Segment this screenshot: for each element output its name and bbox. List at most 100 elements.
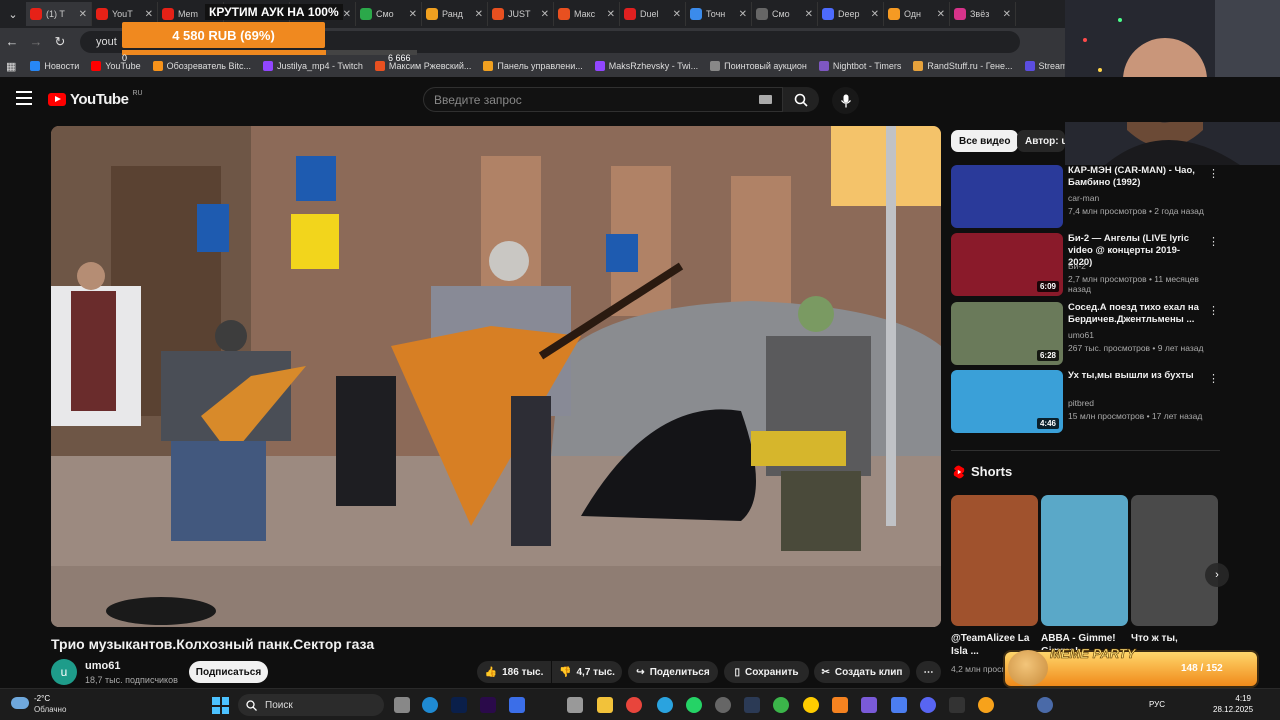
- close-tab-icon[interactable]: ✕: [541, 9, 549, 20]
- recommendation-channel[interactable]: umo61: [1068, 330, 1094, 340]
- app-icon[interactable]: [978, 697, 994, 713]
- tab-search-button[interactable]: ⌄: [0, 0, 26, 28]
- settings-icon[interactable]: [1037, 697, 1053, 713]
- close-tab-icon[interactable]: ✕: [871, 9, 879, 20]
- short-thumbnail[interactable]: [1041, 495, 1128, 626]
- browser-tab[interactable]: Одн ✕: [884, 2, 950, 26]
- premiere-icon[interactable]: [480, 697, 496, 713]
- chrome-icon[interactable]: [626, 697, 642, 713]
- share-button[interactable]: ↪ Поделиться: [628, 661, 718, 683]
- clock-time[interactable]: 4:19: [1229, 694, 1251, 703]
- app-icon[interactable]: [744, 697, 760, 713]
- short-thumbnail[interactable]: [1131, 495, 1218, 626]
- bookmark-item[interactable]: Justilya_mp4 - Twitch: [262, 61, 363, 71]
- video-thumbnail[interactable]: 4:46: [951, 370, 1063, 433]
- edge-icon[interactable]: [422, 697, 438, 713]
- more-options-icon[interactable]: ⋮: [1208, 372, 1219, 385]
- weather-description[interactable]: Облачно: [34, 705, 66, 714]
- input-language[interactable]: РУС: [1149, 700, 1165, 709]
- recommendation-title[interactable]: Сосед.А поезд тихо ехал на Бердичев.Джен…: [1068, 302, 1203, 326]
- browser-tab[interactable]: Deep ✕: [818, 2, 884, 26]
- close-tab-icon[interactable]: ✕: [79, 9, 87, 20]
- video-thumbnail[interactable]: 6:28: [951, 302, 1063, 365]
- menu-icon[interactable]: [16, 91, 32, 105]
- app-icon[interactable]: [773, 697, 789, 713]
- app-icon[interactable]: [509, 697, 525, 713]
- app-icon[interactable]: [861, 697, 877, 713]
- taskbar-search[interactable]: Поиск: [238, 694, 384, 716]
- recommendation-channel[interactable]: pitbred: [1068, 398, 1094, 408]
- apps-icon[interactable]: ▦: [6, 60, 16, 73]
- chip-all-videos[interactable]: Все видео: [951, 130, 1019, 152]
- obs-icon[interactable]: [715, 697, 731, 713]
- subscribe-button[interactable]: Подписаться: [189, 661, 268, 683]
- dislike-button[interactable]: 👎 4,7 тыс.: [552, 661, 622, 683]
- close-tab-icon[interactable]: ✕: [145, 9, 153, 20]
- bookmark-item[interactable]: Обозреватель Bitc...: [152, 61, 251, 71]
- recommendation-item[interactable]: КАР-МЭН (CAR-MAN) - Чао, Бамбино (1992) c…: [951, 165, 1221, 229]
- clock-date[interactable]: 28.12.2025: [1213, 705, 1253, 714]
- recommendation-title[interactable]: КАР-МЭН (CAR-MAN) - Чао, Бамбино (1992): [1068, 165, 1203, 189]
- recommendation-channel[interactable]: car-man: [1068, 193, 1099, 203]
- vlc-icon[interactable]: [832, 697, 848, 713]
- like-button[interactable]: 👍 186 тыс.: [477, 661, 551, 683]
- browser-tab[interactable]: Макс ✕: [554, 2, 620, 26]
- forward-button[interactable]: →: [24, 34, 48, 49]
- youtube-logo[interactable]: YouTube RU: [48, 90, 143, 108]
- browser-tab[interactable]: JUST ✕: [488, 2, 554, 26]
- snipping-tool-icon[interactable]: [567, 697, 583, 713]
- shorts-next-button[interactable]: ›: [1205, 563, 1229, 587]
- close-tab-icon[interactable]: ✕: [475, 9, 483, 20]
- file-explorer-icon[interactable]: [597, 697, 613, 713]
- search-input[interactable]: Введите запрос: [423, 87, 783, 112]
- recommendation-item[interactable]: 4:46 Ух ты,мы вышли из бухты pitbred 15 млн…: [951, 370, 1221, 434]
- browser-tab[interactable]: Точн ✕: [686, 2, 752, 26]
- bookmark-item[interactable]: Панель управлени...: [483, 61, 583, 71]
- browser-tab[interactable]: (1) T ✕: [26, 2, 92, 26]
- browser-tab[interactable]: Ранд ✕: [422, 2, 488, 26]
- save-button[interactable]: ▯ Сохранить: [724, 661, 809, 683]
- weather-temperature[interactable]: -2°C: [34, 694, 50, 703]
- video-thumbnail[interactable]: [951, 165, 1063, 228]
- channel-name[interactable]: umo61: [85, 660, 120, 672]
- more-options-icon[interactable]: ⋮: [1208, 235, 1219, 248]
- reload-button[interactable]: ↻: [48, 34, 72, 50]
- bookmark-item[interactable]: MaksRzhevsky - Twi...: [594, 61, 698, 71]
- telegram-icon[interactable]: [657, 697, 673, 713]
- more-options-icon[interactable]: ⋮: [1208, 304, 1219, 317]
- search-button[interactable]: [783, 87, 819, 112]
- yandex-icon[interactable]: [803, 697, 819, 713]
- short-thumbnail[interactable]: [951, 495, 1038, 626]
- close-tab-icon[interactable]: ✕: [739, 9, 747, 20]
- start-button[interactable]: [212, 697, 229, 714]
- close-tab-icon[interactable]: ✕: [937, 9, 945, 20]
- more-actions-button[interactable]: ⋯: [916, 661, 941, 683]
- close-tab-icon[interactable]: ✕: [1003, 9, 1011, 20]
- discord-icon[interactable]: [920, 697, 936, 713]
- task-view-icon[interactable]: [394, 697, 410, 713]
- whatsapp-icon[interactable]: [686, 697, 702, 713]
- close-tab-icon[interactable]: ✕: [607, 9, 615, 20]
- browser-tab[interactable]: Смо ✕: [752, 2, 818, 26]
- channel-avatar[interactable]: u: [51, 659, 77, 685]
- recommendation-channel[interactable]: Би-2: [1068, 261, 1086, 271]
- photoshop-icon[interactable]: [451, 697, 467, 713]
- browser-tab[interactable]: Смо ✕: [356, 2, 422, 26]
- keyboard-icon[interactable]: [759, 95, 772, 104]
- close-tab-icon[interactable]: ✕: [409, 9, 417, 20]
- bookmark-item[interactable]: YouTube: [91, 61, 141, 71]
- recommendation-item[interactable]: 6:28 Сосед.А поезд тихо ехал на Бердичев.…: [951, 302, 1221, 366]
- bookmark-item[interactable]: Nightbot - Timers: [818, 61, 901, 71]
- voice-search-button[interactable]: [832, 87, 859, 114]
- app-icon[interactable]: [949, 697, 965, 713]
- browser-tab[interactable]: Звёз ✕: [950, 2, 1016, 26]
- bookmark-item[interactable]: Поинтовый аукцион: [710, 61, 807, 71]
- video-thumbnail[interactable]: 6:09: [951, 233, 1063, 296]
- recommendation-title[interactable]: Би-2 — Ангелы (LIVE lyric video @ концер…: [1068, 233, 1203, 269]
- bookmark-item[interactable]: StreamElements - M...: [1024, 61, 1065, 71]
- back-button[interactable]: ←: [0, 34, 24, 49]
- recommendation-item[interactable]: 6:09 Би-2 — Ангелы (LIVE lyric video @ ко…: [951, 233, 1221, 297]
- recommendation-title[interactable]: Ух ты,мы вышли из бухты: [1068, 370, 1203, 382]
- clip-button[interactable]: ✂ Создать клип: [814, 661, 910, 683]
- video-player[interactable]: [51, 126, 941, 627]
